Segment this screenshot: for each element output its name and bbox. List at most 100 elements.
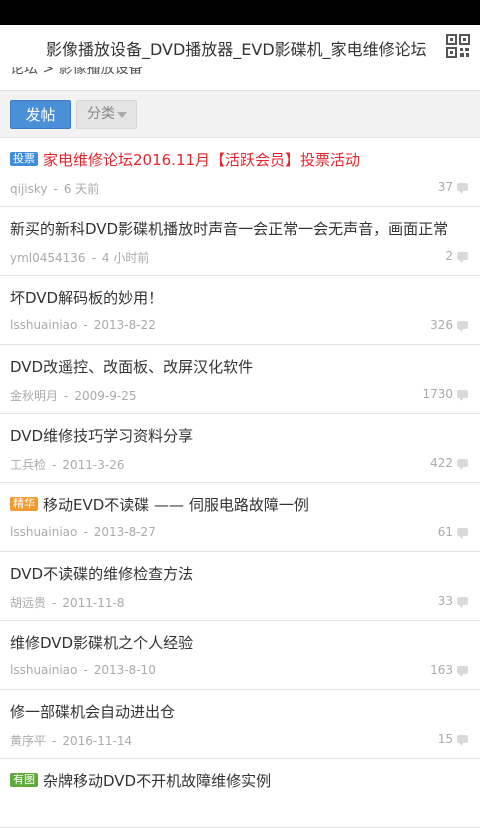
- page-title: 影像播放设备_DVD播放器_EVD影碟机_家电维修论坛: [46, 40, 427, 59]
- thread-meta: 黄序平 -2016-11-14: [10, 732, 132, 749]
- thread-title-row[interactable]: DVD改遥控、改面板、改屏汉化软件: [10, 355, 470, 379]
- meta-separator: -: [83, 663, 88, 677]
- thread-title-row[interactable]: DVD不读碟的维修检查方法: [10, 562, 470, 586]
- reply-count: 163: [430, 663, 468, 677]
- reply-count-value: 422: [430, 456, 453, 470]
- thread-item[interactable]: 精华 移动EVD不读碟 —— 伺服电路故障一例 lsshuainiao -2013-8…: [0, 483, 480, 552]
- meta-separator: -: [83, 525, 88, 539]
- reply-count-value: 15: [437, 732, 453, 746]
- thread-meta: 工兵检 -2011-3-26: [10, 456, 124, 473]
- thread-meta: yml0454136-4 小时前: [10, 249, 149, 266]
- reply-count: 326: [430, 318, 468, 332]
- thread-title[interactable]: 新买的新科DVD影碟机播放时声音一会正常一会无声音，画面正常: [10, 220, 448, 238]
- meta-separator: -: [52, 596, 57, 610]
- thread-title[interactable]: 家电维修论坛2016.11月【活跃会员】投票活动: [43, 151, 360, 169]
- meta-separator: -: [64, 389, 69, 403]
- thread-meta: lsshuainiao -2013-8-10: [10, 663, 156, 677]
- chevron-down-icon: [117, 112, 127, 118]
- thread-tag-badge: 有图: [10, 773, 38, 787]
- thread-author: qijisky: [10, 182, 48, 196]
- reply-count: 1730: [422, 387, 468, 401]
- thread-meta: 金秋明月 -2009-9-25: [10, 387, 136, 404]
- thread-title[interactable]: 坏DVD解码板的妙用！: [10, 289, 163, 307]
- thread-title[interactable]: 移动EVD不读碟 —— 伺服电路故障一例: [43, 496, 309, 514]
- comment-bubble-icon: [457, 321, 468, 332]
- thread-time: 2013-8-22: [93, 318, 156, 332]
- comment-bubble-icon: [457, 252, 468, 263]
- reply-count: 15: [438, 732, 468, 746]
- reply-count: 422: [430, 456, 468, 470]
- thread-time: 2009-9-25: [74, 389, 137, 403]
- thread-title[interactable]: DVD维修技巧学习资料分享: [10, 427, 193, 445]
- thread-title-row[interactable]: 维修DVD影碟机之个人经验: [10, 631, 470, 655]
- thread-title-row[interactable]: 投票 家电维修论坛2016.11月【活跃会员】投票活动: [10, 148, 470, 172]
- thread-item[interactable]: 坏DVD解码板的妙用！ lsshuainiao -2013-8-22 326: [0, 276, 480, 345]
- meta-separator: -: [53, 182, 58, 196]
- thread-item[interactable]: DVD维修技巧学习资料分享 工兵检 -2011-3-26 422: [0, 414, 480, 483]
- thread-time: 2016-11-14: [62, 734, 133, 748]
- meta-separator: -: [52, 734, 57, 748]
- comment-bubble-icon: [457, 666, 468, 677]
- thread-item[interactable]: 新买的新科DVD影碟机播放时声音一会正常一会无声音，画面正常 yml0454136…: [0, 207, 480, 276]
- meta-separator: -: [91, 251, 96, 265]
- thread-title-row[interactable]: 精华 移动EVD不读碟 —— 伺服电路故障一例: [10, 493, 470, 517]
- thread-time: 4 小时前: [101, 251, 150, 265]
- thread-time: 2013-8-27: [93, 525, 156, 539]
- meta-separator: -: [52, 458, 57, 472]
- reply-count-value: 33: [437, 594, 453, 608]
- thread-time: 6 天前: [63, 182, 100, 196]
- breadcrumb-text[interactable]: 论坛 > 影像播放设备: [10, 67, 143, 78]
- reply-count: 37: [438, 180, 468, 194]
- thread-author: yml0454136: [10, 251, 86, 265]
- breadcrumb[interactable]: 论坛 > 影像播放设备: [0, 67, 480, 90]
- thread-title-row[interactable]: 修一部碟机会自动进出仓: [10, 700, 470, 724]
- thread-title[interactable]: 杂牌移动DVD不开机故障维修实例: [43, 772, 271, 790]
- thread-item[interactable]: 有图 杂牌移动DVD不开机故障维修实例: [0, 759, 480, 828]
- reply-count-value: 61: [437, 525, 453, 539]
- top-header: 影像播放设备_DVD播放器_EVD影碟机_家电维修论坛: [0, 25, 480, 67]
- reply-count-value: 163: [430, 663, 453, 677]
- category-dropdown[interactable]: 分类: [76, 100, 137, 129]
- reply-count: 61: [438, 525, 468, 539]
- thread-title-row[interactable]: 新买的新科DVD影碟机播放时声音一会正常一会无声音，画面正常: [10, 217, 470, 241]
- thread-tag-badge: 投票: [10, 152, 38, 166]
- reply-count: 33: [438, 594, 468, 608]
- reply-count: 2: [445, 249, 468, 263]
- new-post-button[interactable]: 发帖: [10, 100, 71, 129]
- thread-item[interactable]: 修一部碟机会自动进出仓 黄序平 -2016-11-14 15: [0, 690, 480, 759]
- qr-code-icon[interactable]: [446, 34, 470, 58]
- thread-title[interactable]: 维修DVD影碟机之个人经验: [10, 634, 193, 652]
- comment-bubble-icon: [457, 735, 468, 746]
- thread-list: 投票 家电维修论坛2016.11月【活跃会员】投票活动 qijisky -6 天前 37…: [0, 138, 480, 828]
- thread-meta: lsshuainiao -2013-8-27: [10, 525, 156, 539]
- thread-item[interactable]: DVD改遥控、改面板、改屏汉化软件 金秋明月 -2009-9-25 1730: [0, 345, 480, 414]
- thread-author: lsshuainiao: [10, 318, 78, 332]
- thread-author: 胡远贵: [10, 596, 47, 610]
- reply-count-value: 326: [430, 318, 453, 332]
- thread-author: 金秋明月: [10, 389, 59, 403]
- thread-title-row[interactable]: 有图 杂牌移动DVD不开机故障维修实例: [10, 769, 470, 793]
- reply-count-value: 37: [437, 180, 453, 194]
- thread-title[interactable]: DVD改遥控、改面板、改屏汉化软件: [10, 358, 253, 376]
- thread-title[interactable]: 修一部碟机会自动进出仓: [10, 703, 175, 721]
- comment-bubble-icon: [457, 597, 468, 608]
- thread-author: 黄序平: [10, 734, 47, 748]
- thread-title-row[interactable]: DVD维修技巧学习资料分享: [10, 424, 470, 448]
- reply-count-value: 1730: [422, 387, 453, 401]
- thread-title-row[interactable]: 坏DVD解码板的妙用！: [10, 286, 470, 310]
- thread-meta: 胡远贵 -2011-11-8: [10, 594, 124, 611]
- thread-author: 工兵检: [10, 458, 47, 472]
- thread-item[interactable]: 维修DVD影碟机之个人经验 lsshuainiao -2013-8-10 163: [0, 621, 480, 690]
- comment-bubble-icon: [457, 183, 468, 194]
- thread-time: 2011-3-26: [62, 458, 125, 472]
- reply-count-value: 2: [445, 249, 453, 263]
- thread-author: lsshuainiao: [10, 663, 78, 677]
- meta-separator: -: [83, 318, 88, 332]
- thread-time: 2011-11-8: [62, 596, 125, 610]
- thread-author: lsshuainiao: [10, 525, 78, 539]
- thread-item[interactable]: DVD不读碟的维修检查方法 胡远贵 -2011-11-8 33: [0, 552, 480, 621]
- thread-time: 2013-8-10: [93, 663, 156, 677]
- thread-title[interactable]: DVD不读碟的维修检查方法: [10, 565, 193, 583]
- thread-item[interactable]: 投票 家电维修论坛2016.11月【活跃会员】投票活动 qijisky -6 天前 37: [0, 138, 480, 207]
- comment-bubble-icon: [457, 390, 468, 401]
